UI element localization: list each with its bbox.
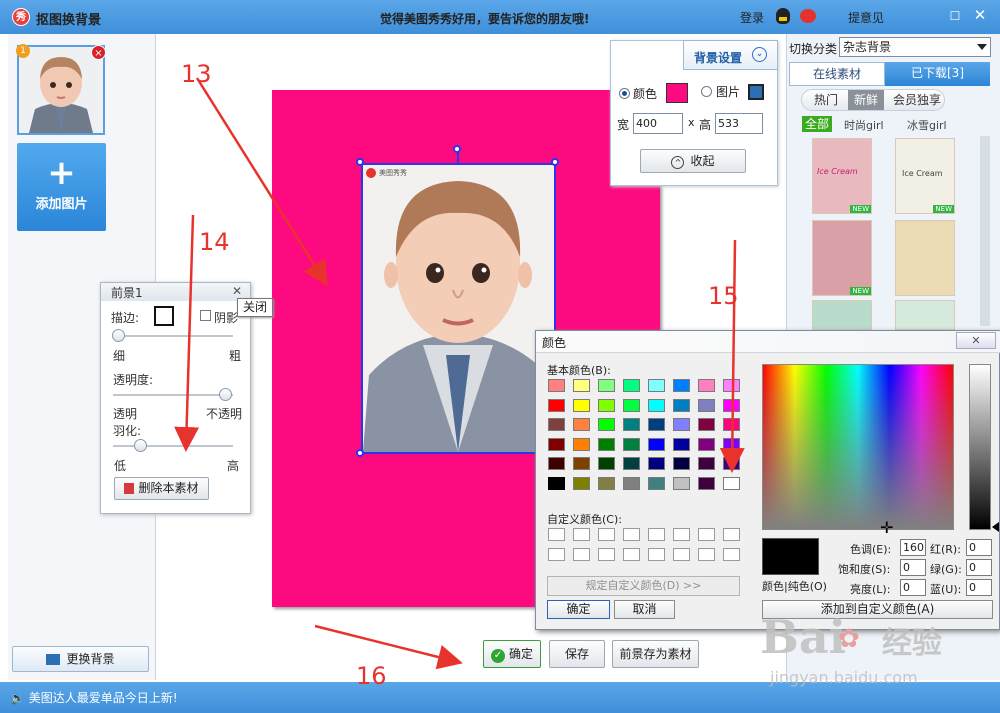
annotation-14: 14: [199, 228, 230, 256]
annotation-16: 16: [356, 662, 387, 690]
arrow-14: [174, 214, 200, 452]
watermark-brand: Bai: [760, 610, 847, 664]
watermark-brand-cn: 经验: [882, 626, 942, 661]
arrow-16: [314, 624, 463, 670]
annotation-13: 13: [181, 60, 212, 88]
annotation-15: 15: [708, 282, 739, 310]
watermark-url: jingyan.baidu.com: [770, 668, 918, 687]
annotation-arrows: [174, 77, 745, 670]
paw-icon: ✿: [838, 624, 860, 654]
baidu-watermark: Bai ✿ 经验 jingyan.baidu.com: [760, 610, 1000, 710]
arrow-15: [719, 239, 745, 473]
